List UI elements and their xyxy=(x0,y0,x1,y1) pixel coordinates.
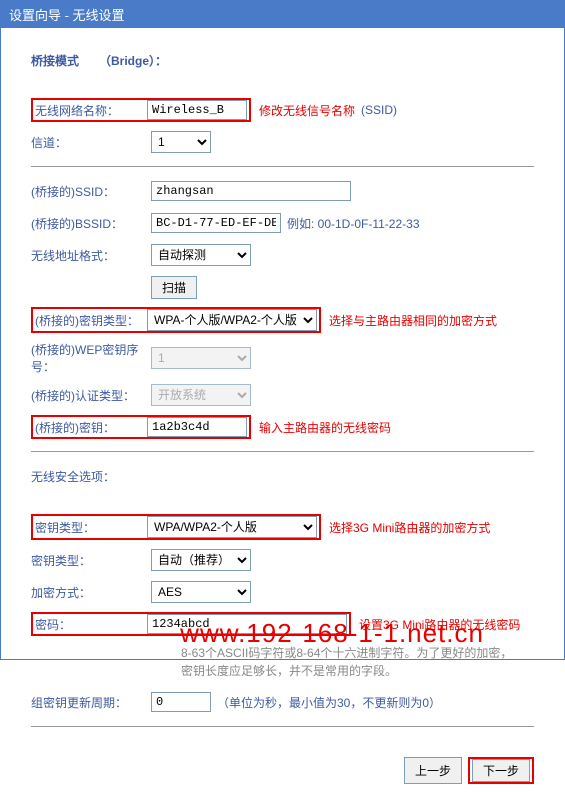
crypto-select[interactable]: AES xyxy=(151,581,251,603)
password-label: 密码： xyxy=(35,616,147,633)
scan-row: 扫描 xyxy=(31,275,534,299)
bridge-key-label: (桥接的)密钥： xyxy=(35,419,147,436)
group-key-note: （单位为秒，最小值为30，不更新则为0） xyxy=(217,694,441,711)
security-section-row: 无线安全选项： xyxy=(31,464,534,488)
crypto-row: 加密方式： AES xyxy=(31,580,534,604)
bridge-ssid-label: (桥接的)SSID： xyxy=(31,183,151,200)
bridge-keytype-anno: 选择与主路由器相同的加密方式 xyxy=(329,312,497,329)
button-row: 上一步 下一步 xyxy=(1,749,564,792)
bridge-mode-value: （Bridge）： xyxy=(99,52,167,69)
ssid-suffix: (SSID) xyxy=(361,103,397,117)
ssid-input[interactable] xyxy=(147,100,247,120)
bridge-keytype-row: (桥接的)密钥类型： WPA-个人版/WPA2-个人版 选择与主路由器相同的加密… xyxy=(31,307,534,333)
addr-format-label: 无线地址格式： xyxy=(31,247,151,264)
auth-type-row: (桥接的)认证类型： 开放系统 xyxy=(31,383,534,407)
content-area: 桥接模式 （Bridge）： 无线网络名称： 修改无线信号名称 (SSID) 信… xyxy=(1,28,564,749)
auth-type-select: 开放系统 xyxy=(151,384,251,406)
separator-1 xyxy=(31,166,534,167)
addr-format-select[interactable]: 自动探测 xyxy=(151,244,251,266)
bridge-key-input[interactable] xyxy=(147,417,247,437)
password-anno: 设置3G Mini路由器的无线密码 xyxy=(359,616,520,633)
prev-button[interactable]: 上一步 xyxy=(404,757,462,784)
keytype1-redbox: 密钥类型： WPA/WPA2-个人版 xyxy=(31,514,321,540)
group-key-label: 组密钥更新周期： xyxy=(31,694,151,711)
password-redbox: 密码： xyxy=(31,612,351,636)
ssid-redbox: 无线网络名称： xyxy=(31,98,251,122)
keytype1-label: 密钥类型： xyxy=(35,519,147,536)
password-row: 密码： 设置3G Mini路由器的无线密码 xyxy=(31,612,534,636)
bridge-mode-row: 桥接模式 （Bridge）： xyxy=(31,48,534,72)
bridge-mode-label: 桥接模式 xyxy=(31,52,79,69)
bridge-keytype-redbox: (桥接的)密钥类型： WPA-个人版/WPA2-个人版 xyxy=(31,307,321,333)
keytype1-row: 密钥类型： WPA/WPA2-个人版 选择3G Mini路由器的加密方式 xyxy=(31,514,534,540)
keytype2-label: 密钥类型： xyxy=(31,552,151,569)
keytype2-select[interactable]: 自动（推荐） xyxy=(151,549,251,571)
bssid-example: 例如: 00-1D-0F-11-22-33 xyxy=(287,215,420,232)
group-key-row: 组密钥更新周期： （单位为秒，最小值为30，不更新则为0） xyxy=(31,690,534,714)
bridge-keytype-select[interactable]: WPA-个人版/WPA2-个人版 xyxy=(147,309,317,331)
keytype1-select[interactable]: WPA/WPA2-个人版 xyxy=(147,516,317,538)
ssid-label: 无线网络名称： xyxy=(35,102,147,119)
ssid-annotation: 修改无线信号名称 xyxy=(259,102,355,119)
separator-2 xyxy=(31,451,534,452)
bridge-bssid-row: (桥接的)BSSID： 例如: 00-1D-0F-11-22-33 xyxy=(31,211,534,235)
wep-index-row: (桥接的)WEP密钥序号： 1 xyxy=(31,341,534,375)
channel-row: 信道： 1 xyxy=(31,130,534,154)
keytype1-anno: 选择3G Mini路由器的加密方式 xyxy=(329,519,490,536)
ssid-row: 无线网络名称： 修改无线信号名称 (SSID) xyxy=(31,98,534,122)
next-redbox: 下一步 xyxy=(468,757,534,784)
channel-label: 信道： xyxy=(31,134,151,151)
channel-select[interactable]: 1 xyxy=(151,131,211,153)
bridge-bssid-input[interactable] xyxy=(151,213,281,233)
bridge-ssid-row: (桥接的)SSID： xyxy=(31,179,534,203)
bridge-key-redbox: (桥接的)密钥： xyxy=(31,415,251,439)
bridge-keytype-label: (桥接的)密钥类型： xyxy=(35,312,147,329)
separator-3 xyxy=(31,726,534,727)
bridge-bssid-label: (桥接的)BSSID： xyxy=(31,215,151,232)
bridge-ssid-input[interactable] xyxy=(151,181,351,201)
wep-index-select: 1 xyxy=(151,347,251,369)
scan-button[interactable]: 扫描 xyxy=(151,276,197,299)
window-title: 设置向导 - 无线设置 xyxy=(1,1,564,28)
security-section-label: 无线安全选项： xyxy=(31,468,115,485)
password-input[interactable] xyxy=(147,614,347,634)
addr-format-row: 无线地址格式： 自动探测 xyxy=(31,243,534,267)
group-key-input[interactable] xyxy=(151,692,211,712)
crypto-label: 加密方式： xyxy=(31,584,151,601)
dialog-window: 设置向导 - 无线设置 桥接模式 （Bridge）： 无线网络名称： 修改无线信… xyxy=(0,0,565,660)
password-hint: 8-63个ASCII码字符或8-64个十六进制字符。为了更好的加密，密钥长度应足… xyxy=(181,644,521,680)
bridge-key-anno: 输入主路由器的无线密码 xyxy=(259,419,391,436)
bridge-key-row: (桥接的)密钥： 输入主路由器的无线密码 xyxy=(31,415,534,439)
next-button[interactable]: 下一步 xyxy=(472,759,530,782)
wep-index-label: (桥接的)WEP密钥序号： xyxy=(31,341,151,375)
auth-type-label: (桥接的)认证类型： xyxy=(31,387,151,404)
keytype2-row: 密钥类型： 自动（推荐） xyxy=(31,548,534,572)
